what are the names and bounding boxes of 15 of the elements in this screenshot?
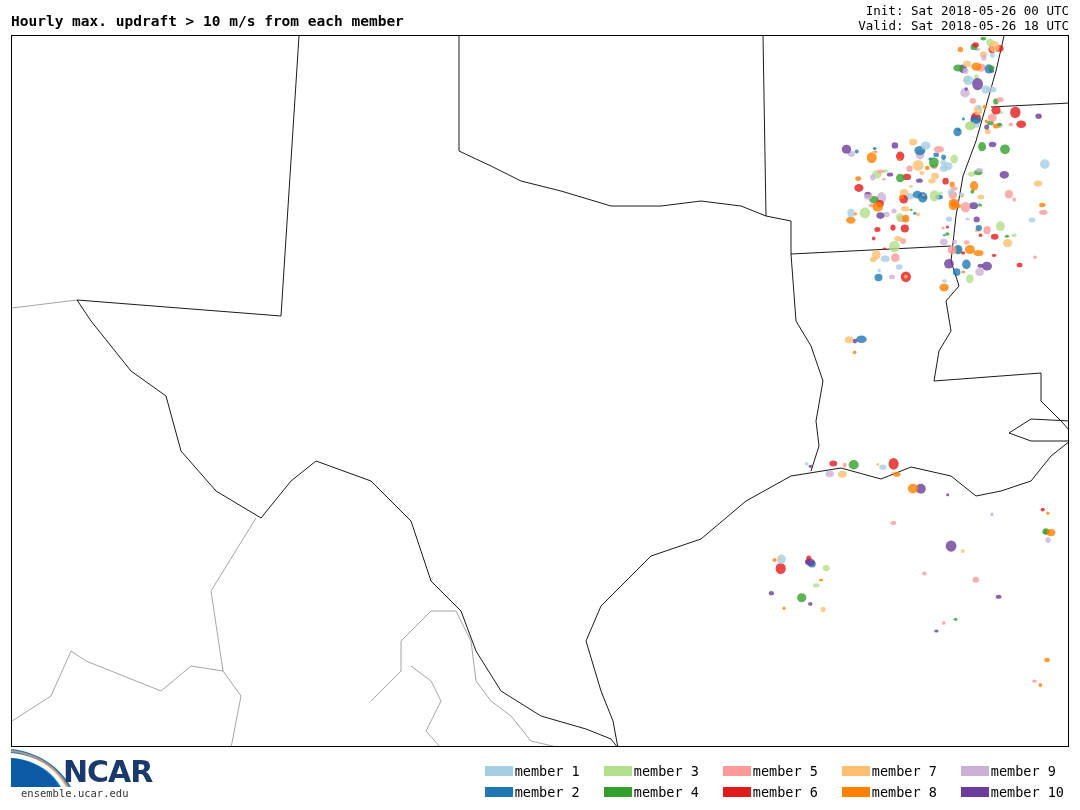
logo-wordmark: NCAR xyxy=(63,757,153,787)
legend-label: member 9 xyxy=(990,763,1056,779)
legend-label: member 3 xyxy=(633,763,699,779)
chart-title: Hourly max. updraft > 10 m/s from each member xyxy=(11,13,404,31)
legend-label: member 5 xyxy=(752,763,818,779)
valid-time: Valid: Sat 2018-05-26 18 UTC xyxy=(858,18,1069,33)
legend-label: member 4 xyxy=(633,784,699,800)
legend-label: member 8 xyxy=(871,784,937,800)
legend-label: member 7 xyxy=(871,763,937,779)
init-time: Init: Sat 2018-05-26 00 UTC xyxy=(865,3,1069,18)
website-url: ensemble.ucar.edu xyxy=(21,787,130,799)
legend-label: member 10 xyxy=(990,784,1064,800)
legend-label: member 6 xyxy=(752,784,818,800)
legend-label: member 2 xyxy=(514,784,580,800)
legend-label: member 1 xyxy=(514,763,580,779)
